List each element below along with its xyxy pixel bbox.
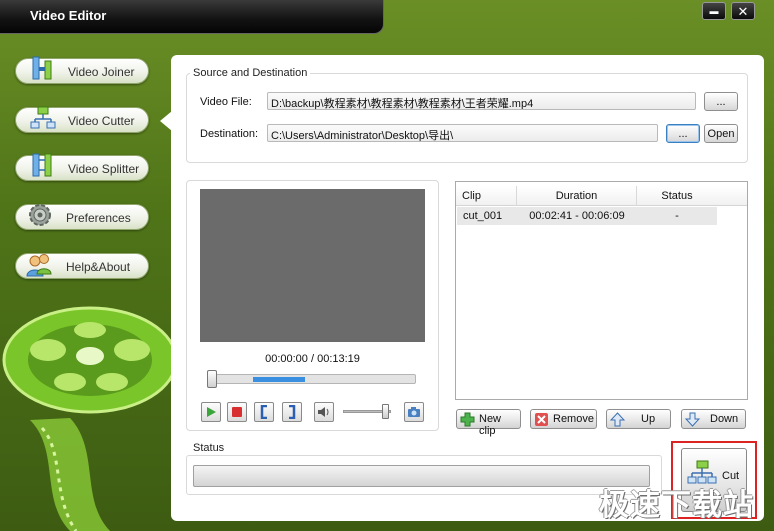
table-row[interactable]: cut_001 00:02:41 - 00:06:09 - <box>457 207 717 225</box>
clip-duration-cell: 00:02:41 - 00:06:09 <box>529 210 625 222</box>
video-preview <box>200 189 425 342</box>
remove-icon <box>535 413 548 426</box>
seek-selection <box>253 377 305 382</box>
close-icon: ✕ <box>737 3 749 19</box>
video-file-browse-button[interactable]: ... <box>704 92 738 111</box>
film-reel-logo <box>2 306 178 531</box>
nav-label: Video Joiner <box>68 65 135 79</box>
remove-label: Remove <box>553 413 594 425</box>
seek-bar[interactable] <box>212 374 416 384</box>
seek-handle[interactable] <box>207 370 217 388</box>
clip-name-cell: cut_001 <box>463 210 503 222</box>
progress-bar <box>193 465 650 487</box>
plus-icon <box>460 412 475 427</box>
nav-label: Preferences <box>66 211 131 225</box>
minimize-button[interactable]: ▬ <box>702 2 726 20</box>
clip-list[interactable]: Clip Duration Status cut_001 00:02:41 - … <box>455 181 748 400</box>
arrow-down-icon <box>685 412 700 427</box>
mark-out-button[interactable] <box>282 402 302 422</box>
destination-label: Destination: <box>200 128 259 140</box>
down-label: Down <box>710 413 739 425</box>
volume-handle[interactable] <box>382 404 389 419</box>
close-button[interactable]: ✕ <box>731 2 755 20</box>
column-clip[interactable]: Clip <box>456 186 517 206</box>
down-button[interactable]: Down <box>681 409 746 429</box>
source-destination-title: Source and Destination <box>190 67 311 79</box>
source-destination-group <box>186 73 748 163</box>
timecode-display: 00:00:00 / 00:13:19 <box>265 353 360 365</box>
new-clip-button[interactable]: New clip <box>456 409 521 437</box>
column-status[interactable]: Status <box>637 186 717 206</box>
video-cutter-icon <box>30 106 56 129</box>
destination-field[interactable]: C:\Users\Administrator\Desktop\导出\ <box>267 124 658 142</box>
gear-icon <box>29 204 51 226</box>
video-splitter-icon <box>32 153 52 177</box>
camera-icon <box>408 407 420 417</box>
open-button[interactable]: Open <box>704 124 738 143</box>
nav-help-about[interactable]: Help&About <box>15 253 149 279</box>
stop-button[interactable] <box>227 402 247 422</box>
play-icon <box>207 407 216 417</box>
nav-video-joiner[interactable]: Video Joiner <box>15 56 149 84</box>
app-window: Video Editor ▬ ✕ Video Joiner Video Cutt… <box>0 0 774 531</box>
nav-label: Video Splitter <box>68 162 140 176</box>
bracket-left-icon <box>260 405 267 419</box>
speaker-icon <box>318 407 329 417</box>
video-file-label: Video File: <box>200 96 252 108</box>
mark-in-button[interactable] <box>254 402 274 422</box>
nav-video-cutter[interactable]: Video Cutter <box>15 106 172 133</box>
remove-button[interactable]: Remove <box>530 409 597 429</box>
up-label: Up <box>641 413 656 425</box>
video-joiner-icon <box>32 56 52 80</box>
watermark: 极速下载站 <box>599 488 754 523</box>
nav-preferences[interactable]: Preferences <box>15 204 149 230</box>
bracket-right-icon <box>289 405 296 419</box>
new-clip-label: New clip <box>479 413 502 437</box>
arrow-up-icon <box>610 412 625 427</box>
window-title: Video Editor <box>30 8 107 23</box>
column-duration[interactable]: Duration <box>517 186 637 206</box>
snapshot-button[interactable] <box>404 402 424 422</box>
destination-browse-button[interactable]: ... <box>666 124 700 143</box>
video-file-field[interactable]: D:\backup\教程素材\教程素材\教程素材\王者荣耀.mp4 <box>267 92 696 110</box>
nav-label: Help&About <box>66 260 131 274</box>
title-bar: Video Editor <box>0 0 384 34</box>
clip-list-header: Clip Duration Status <box>456 186 747 206</box>
clip-status-cell: - <box>675 210 679 222</box>
nav-label: Video Cutter <box>68 114 135 128</box>
volume-button[interactable] <box>314 402 334 422</box>
minimize-icon: ▬ <box>709 5 719 16</box>
stop-icon <box>232 407 242 417</box>
up-button[interactable]: Up <box>606 409 671 429</box>
play-button[interactable] <box>201 402 221 422</box>
users-icon <box>26 254 52 277</box>
nav-video-splitter[interactable]: Video Splitter <box>15 153 149 181</box>
status-title: Status <box>190 442 228 454</box>
